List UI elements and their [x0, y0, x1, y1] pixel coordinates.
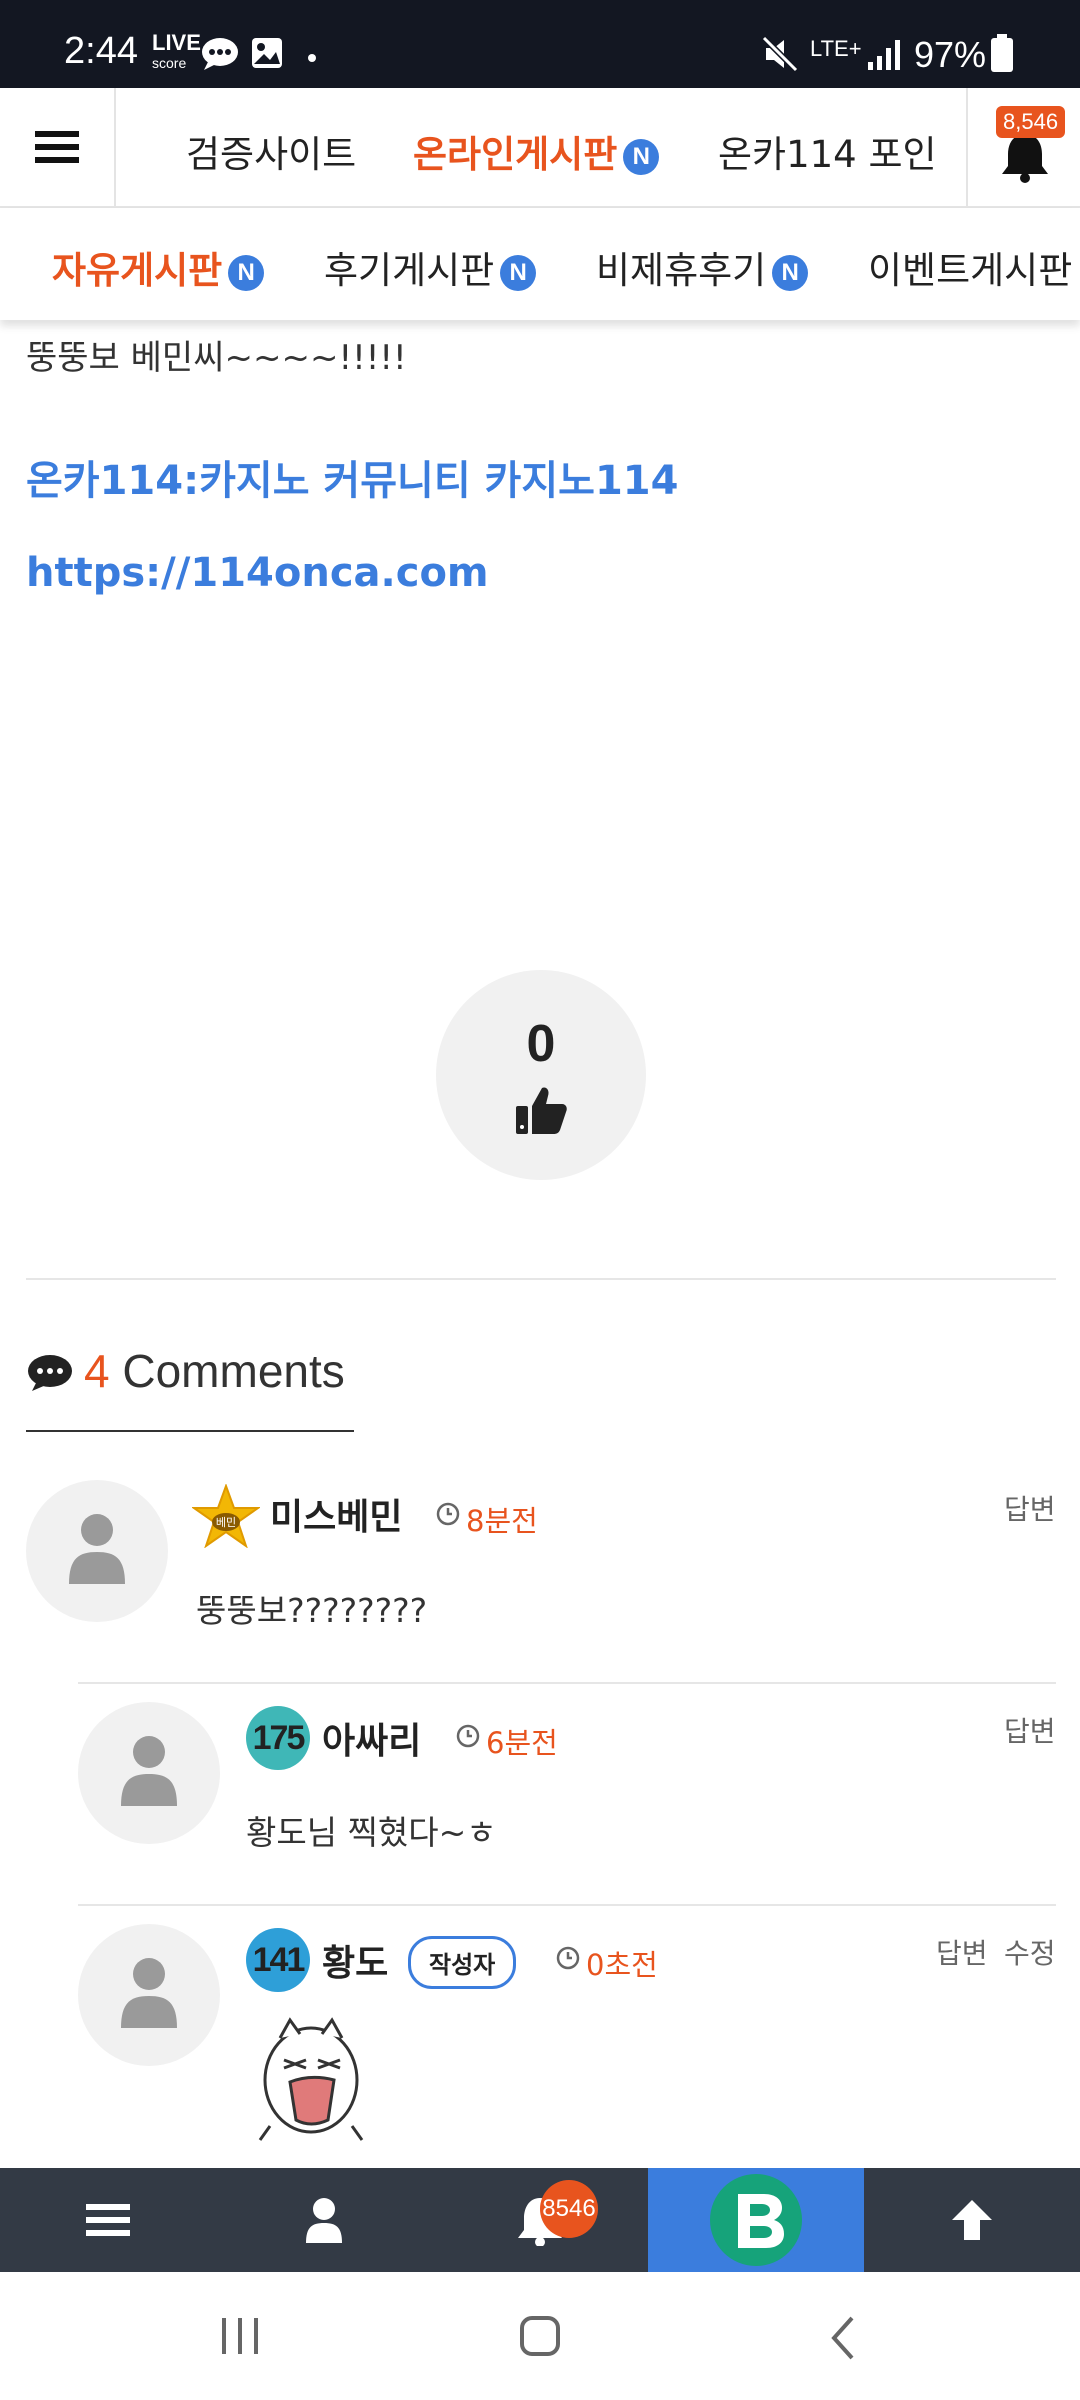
comment-author[interactable]: 황도 [322, 1934, 388, 1986]
tab-onca-points[interactable]: 온카114 포인 [718, 124, 937, 178]
author-badge: 작성자 [408, 1936, 517, 1989]
live-score-icon: LIVE score [152, 30, 201, 72]
tab-label: 후기게시판 [324, 249, 495, 292]
bottom-menu-button[interactable] [0, 2168, 216, 2272]
menu-button[interactable] [0, 88, 116, 206]
sticker-image [258, 2017, 364, 2141]
top-nav: 검증사이트 온라인게시판 N 온카114 포인 8,546 [0, 88, 1080, 208]
comment-time: 0초전 [586, 1948, 658, 1982]
post-text: 뚱뚱보 베민씨~~~~!!!!! [26, 338, 407, 378]
b-logo-icon [710, 2174, 802, 2266]
new-badge: N [500, 254, 537, 291]
comments-icon [28, 1355, 72, 1391]
level-badge-text: 베민 [216, 1516, 236, 1529]
new-badge: N [228, 254, 265, 291]
tab-non-partner-review[interactable]: 비제휴후기 N [596, 240, 809, 294]
back-icon[interactable] [826, 2314, 858, 2362]
mute-icon [762, 36, 798, 72]
battery-icon [991, 34, 1013, 72]
user-icon [306, 2198, 342, 2243]
notification-count: 8,546 [996, 106, 1066, 138]
post-link-title[interactable]: 온카114:카지노 커뮤니티 카지노114 [26, 448, 678, 506]
divider [78, 1682, 1056, 1684]
signal-icon [868, 40, 900, 70]
comment-body: 황도님 찍혔다~ㅎ [246, 1813, 497, 1852]
comments-underline [26, 1430, 354, 1432]
recent-apps-icon[interactable] [218, 2314, 262, 2358]
status-bar: 2:44 LIVE score LTE+ 97% [0, 0, 1080, 88]
tab-online-board[interactable]: 온라인게시판 N [413, 124, 660, 178]
bottom-profile-button[interactable] [216, 2168, 432, 2272]
image-notification-icon [252, 38, 282, 68]
reply-button[interactable]: 답변 [1004, 1488, 1056, 1528]
top-tabs: 검증사이트 온라인게시판 N 온카114 포인 [116, 88, 966, 206]
comments-label: Comments [122, 1345, 345, 1397]
status-time: 2:44 [64, 30, 138, 72]
new-badge: N [623, 138, 660, 175]
scroll-top-button[interactable] [864, 2168, 1080, 2272]
star-level-icon: 베민 [192, 1484, 260, 1548]
hamburger-icon [86, 2204, 130, 2236]
bottom-b-button[interactable] [648, 2168, 864, 2272]
comment-body: 뚱뚱보???????? [196, 1591, 428, 1630]
tab-label: 온라인게시판 [413, 133, 618, 176]
battery-percent: 97% [914, 34, 987, 75]
tab-review-board[interactable]: 후기게시판 N [324, 240, 537, 294]
system-navigation-bar [0, 2272, 1080, 2400]
tab-label: 검증사이트 [186, 133, 357, 176]
tab-verification-sites[interactable]: 검증사이트 [186, 124, 356, 178]
reply-button[interactable]: 답변 [936, 1932, 988, 1972]
thumbs-up-icon [516, 1087, 567, 1134]
level-badge: 175 [246, 1706, 310, 1770]
bell-icon [1002, 134, 1048, 183]
comments-count: 4 [84, 1345, 110, 1397]
bottom-notification-count: 8546 [540, 2180, 598, 2238]
tab-label: 이벤트게시판 [868, 249, 1073, 292]
comment-time: 8분전 [466, 1504, 538, 1538]
tab-event-board[interactable]: 이벤트게시판 [868, 240, 1072, 294]
tab-label: 비제휴후기 [596, 249, 767, 292]
comments-heading: 4 Comments [26, 1344, 345, 1398]
hamburger-icon [35, 131, 79, 163]
clock-icon [556, 1946, 580, 1970]
clock-icon [436, 1502, 460, 1526]
tab-label: 자유게시판 [52, 249, 223, 292]
new-badge: N [772, 254, 809, 291]
bottom-app-bar [0, 2168, 1080, 2272]
sub-nav: 자유게시판 N 후기게시판 N 비제휴후기 N 이벤트게시판 [0, 208, 1080, 320]
avatar[interactable] [78, 1924, 220, 2066]
user-icon [121, 1958, 177, 2028]
divider [78, 1904, 1056, 1906]
clock-icon [456, 1724, 480, 1748]
like-button[interactable]: 0 [436, 970, 646, 1180]
comment-time: 6분전 [486, 1726, 558, 1760]
home-icon[interactable] [518, 2314, 562, 2358]
level-badge: 141 [246, 1928, 310, 1992]
user-icon [121, 1736, 177, 1806]
edit-button[interactable]: 수정 [1004, 1932, 1056, 1972]
avatar[interactable] [26, 1480, 168, 1622]
dot-icon [308, 54, 316, 62]
network-type: LTE+ [810, 36, 862, 61]
reply-button[interactable]: 답변 [1004, 1710, 1056, 1750]
tab-free-board[interactable]: 자유게시판 N [52, 240, 265, 294]
chat-notification-icon [202, 38, 238, 70]
notifications-button[interactable]: 8,546 [966, 88, 1080, 206]
arrow-up-icon [952, 2200, 992, 2240]
user-icon [69, 1514, 125, 1584]
post-link-url[interactable]: https://114onca.com [26, 550, 489, 596]
comment-author[interactable]: 미스베민 [270, 1488, 402, 1540]
divider [26, 1278, 1056, 1280]
bottom-notifications-button[interactable] [432, 2168, 648, 2272]
comment-author[interactable]: 아싸리 [322, 1712, 421, 1764]
tab-label: 온카114 포인 [718, 133, 937, 176]
like-count: 0 [526, 1015, 556, 1073]
avatar[interactable] [78, 1702, 220, 1844]
